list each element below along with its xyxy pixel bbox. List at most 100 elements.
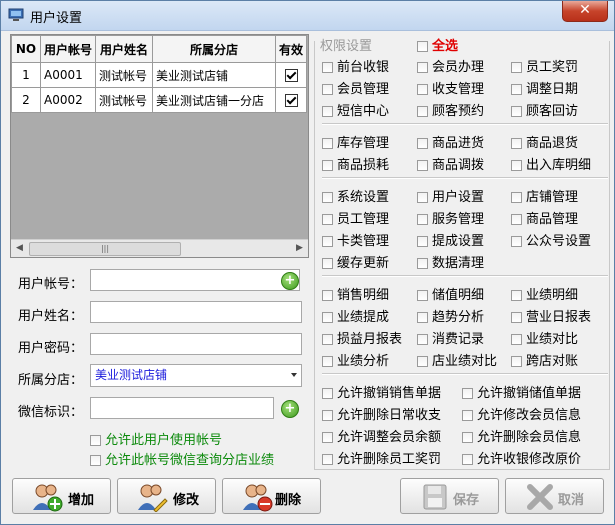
delete-button[interactable]: 删除 <box>222 478 321 514</box>
perm-checkbox[interactable] <box>417 258 428 269</box>
perm-item[interactable]: 用户设置 <box>417 186 484 205</box>
perm-item[interactable]: 顾客回访 <box>511 100 578 119</box>
wechat-input[interactable] <box>90 397 274 419</box>
perm-item[interactable]: 商品退货 <box>511 132 578 151</box>
perm-item[interactable]: 允许收银修改原价 <box>462 448 581 467</box>
column-header-name[interactable]: 用户姓名 <box>95 35 153 63</box>
perm-checkbox[interactable] <box>417 106 428 117</box>
perm-checkbox[interactable] <box>417 290 428 301</box>
edit-button[interactable]: 修改 <box>117 478 216 514</box>
perm-item[interactable]: 短信中心 <box>322 100 389 119</box>
allow-account-option[interactable]: 允许此用户使用帐号 <box>90 429 222 448</box>
store-select[interactable]: 美业测试店铺 <box>90 364 302 387</box>
perm-item[interactable]: 调整日期 <box>511 78 578 97</box>
perm-checkbox[interactable] <box>322 454 333 465</box>
perm-checkbox[interactable] <box>322 334 333 345</box>
perm-checkbox[interactable] <box>417 160 428 171</box>
perm-checkbox[interactable] <box>322 160 333 171</box>
perm-item[interactable]: 店业绩对比 <box>417 350 497 369</box>
column-header-valid[interactable]: 有效 <box>275 35 307 63</box>
perm-item[interactable]: 允许调整会员余额 <box>322 426 441 445</box>
perm-checkbox[interactable] <box>322 138 333 149</box>
perm-item[interactable]: 业绩分析 <box>322 350 389 369</box>
name-input[interactable] <box>90 301 302 323</box>
perm-checkbox[interactable] <box>511 236 522 247</box>
select-all-checkbox[interactable] <box>417 41 428 52</box>
perm-checkbox[interactable] <box>322 258 333 269</box>
perm-item[interactable]: 数据清理 <box>417 252 484 271</box>
perm-checkbox[interactable] <box>511 84 522 95</box>
perm-item[interactable]: 损益月报表 <box>322 328 402 347</box>
perm-checkbox[interactable] <box>417 138 428 149</box>
perm-checkbox[interactable] <box>417 356 428 367</box>
perm-checkbox[interactable] <box>511 106 522 117</box>
perm-checkbox[interactable] <box>417 84 428 95</box>
perm-item[interactable]: 趋势分析 <box>417 306 484 325</box>
perm-item[interactable]: 公众号设置 <box>511 230 591 249</box>
perm-checkbox[interactable] <box>462 432 473 443</box>
perm-item[interactable]: 服务管理 <box>417 208 484 227</box>
perm-item[interactable]: 商品进货 <box>417 132 484 151</box>
perm-item[interactable]: 消费记录 <box>417 328 484 347</box>
perm-checkbox[interactable] <box>322 236 333 247</box>
perm-checkbox[interactable] <box>417 236 428 247</box>
perm-checkbox[interactable] <box>511 290 522 301</box>
perm-checkbox[interactable] <box>417 62 428 73</box>
perm-checkbox[interactable] <box>322 84 333 95</box>
perm-checkbox[interactable] <box>322 192 333 203</box>
perm-checkbox[interactable] <box>322 388 333 399</box>
perm-checkbox[interactable] <box>322 410 333 421</box>
perm-checkbox[interactable] <box>322 432 333 443</box>
perm-checkbox[interactable] <box>462 410 473 421</box>
add-button[interactable]: 增加 <box>12 478 111 514</box>
perm-item[interactable]: 商品调拨 <box>417 154 484 173</box>
perm-item[interactable]: 库存管理 <box>322 132 389 151</box>
perm-checkbox[interactable] <box>462 454 473 465</box>
close-button[interactable]: ✕ <box>562 1 608 22</box>
perm-checkbox[interactable] <box>322 290 333 301</box>
perm-item[interactable]: 营业日报表 <box>511 306 591 325</box>
perm-checkbox[interactable] <box>417 312 428 323</box>
perm-checkbox[interactable] <box>417 214 428 225</box>
perm-checkbox[interactable] <box>511 312 522 323</box>
perm-item[interactable]: 业绩对比 <box>511 328 578 347</box>
add-account-plus-icon[interactable]: + <box>281 272 299 290</box>
perm-item[interactable]: 会员管理 <box>322 78 389 97</box>
scrollbar-thumb[interactable]: ||| <box>29 242 181 256</box>
perm-item[interactable]: 卡类管理 <box>322 230 389 249</box>
table-row[interactable]: 1 A0001 测试帐号 美业测试店铺 <box>11 62 307 88</box>
perm-checkbox[interactable] <box>417 192 428 203</box>
select-all-option[interactable]: 全选 <box>417 35 458 54</box>
perm-item[interactable]: 允许删除会员信息 <box>462 426 581 445</box>
perm-checkbox[interactable] <box>322 214 333 225</box>
perm-item[interactable]: 出入库明细 <box>511 154 591 173</box>
perm-item[interactable]: 缓存更新 <box>322 252 389 271</box>
allow-account-checkbox[interactable] <box>90 435 101 446</box>
perm-checkbox[interactable] <box>322 312 333 323</box>
perm-checkbox[interactable] <box>511 214 522 225</box>
perm-item[interactable]: 员工管理 <box>322 208 389 227</box>
perm-item[interactable]: 商品损耗 <box>322 154 389 173</box>
title-bar[interactable]: 用户设置 ✕ <box>1 1 614 31</box>
valid-checkbox-checked[interactable] <box>284 94 298 107</box>
perm-item[interactable]: 会员办理 <box>417 56 484 75</box>
perm-item[interactable]: 允许撤销销售单据 <box>322 382 441 401</box>
allow-wechat-option[interactable]: 允许此帐号微信查询分店业绩 <box>90 449 274 468</box>
scroll-left-arrow-icon[interactable]: ◀ <box>11 240 28 257</box>
perm-item[interactable]: 业绩明细 <box>511 284 578 303</box>
horizontal-scrollbar[interactable]: ◀ ||| ▶ <box>11 239 308 257</box>
cancel-button[interactable]: 取消 <box>505 478 604 514</box>
password-input[interactable] <box>90 333 302 355</box>
perm-checkbox[interactable] <box>511 138 522 149</box>
perm-item[interactable]: 店铺管理 <box>511 186 578 205</box>
perm-item[interactable]: 员工奖罚 <box>511 56 578 75</box>
perm-item[interactable]: 销售明细 <box>322 284 389 303</box>
perm-item[interactable]: 系统设置 <box>322 186 389 205</box>
column-header-account[interactable]: 用户帐号 <box>40 35 96 63</box>
perm-item[interactable]: 提成设置 <box>417 230 484 249</box>
perm-checkbox[interactable] <box>322 106 333 117</box>
add-wechat-plus-icon[interactable]: + <box>281 400 299 418</box>
perm-item[interactable]: 允许删除日常收支 <box>322 404 441 423</box>
perm-checkbox[interactable] <box>511 62 522 73</box>
perm-item[interactable]: 允许删除员工奖罚 <box>322 448 441 467</box>
